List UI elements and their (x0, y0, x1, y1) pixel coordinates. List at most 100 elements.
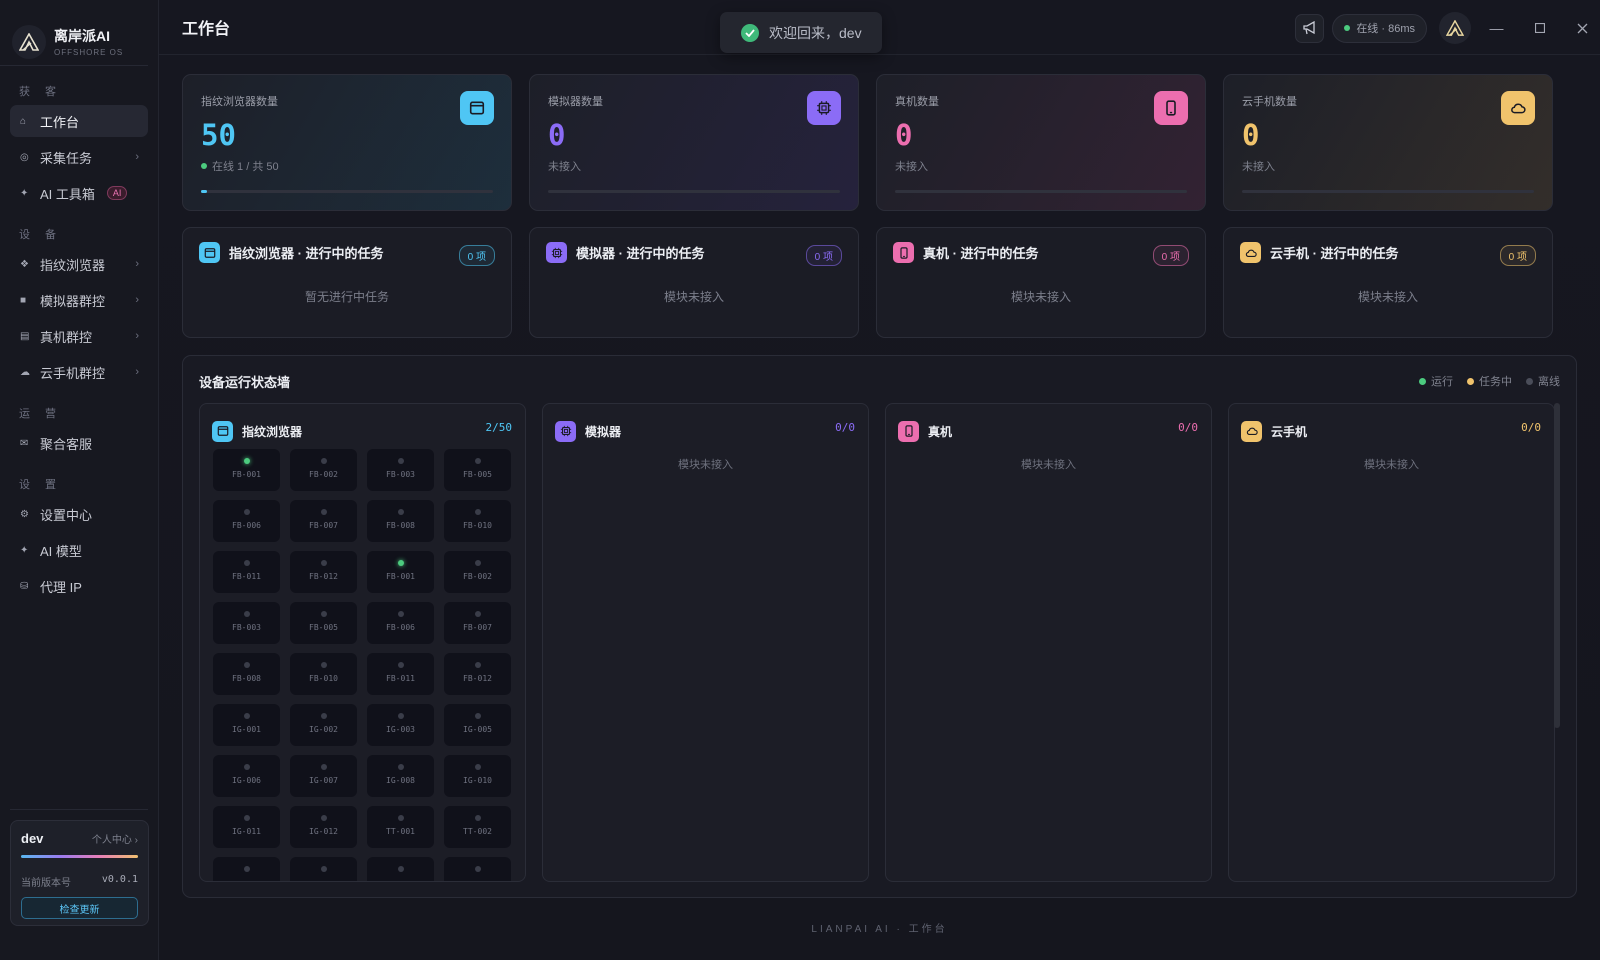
stat-sub-text: 未接入 (548, 161, 581, 173)
maximize-icon (1534, 23, 1545, 33)
wall-scrollbar[interactable] (1554, 403, 1560, 728)
device-status-dot-icon (474, 560, 481, 566)
device-tile[interactable]: FB-011 (213, 551, 280, 593)
profile-center-link[interactable]: 个人中心 › (92, 831, 138, 846)
sidebar-item-label: 云手机群控 (40, 365, 106, 381)
task-count-badge: 0 项 (1152, 245, 1189, 266)
device-tile[interactable]: FB-005 (444, 449, 511, 491)
sidebar-item-真机群控[interactable]: ▤ 真机群控 › (10, 320, 148, 352)
device-tile[interactable]: FB-005 (290, 602, 357, 644)
sidebar-item-模拟器群控[interactable]: ■ 模拟器群控 › (10, 284, 148, 316)
device-tile[interactable]: IG-008 (367, 755, 434, 797)
close-button[interactable] (1565, 14, 1600, 43)
browser-icon (199, 242, 220, 263)
device-tile[interactable] (213, 857, 280, 881)
device-tile[interactable]: IG-007 (290, 755, 357, 797)
device-status-dot-icon (320, 509, 327, 515)
device-status-dot-icon (243, 458, 250, 464)
device-tile[interactable] (290, 857, 357, 881)
sidebar-item-AI模型[interactable]: ✦ AI 模型 (10, 534, 148, 566)
device-tile[interactable]: IG-010 (444, 755, 511, 797)
legend-dot-icon (1419, 377, 1426, 385)
sidebar-item-工作台[interactable]: ⌂ 工作台 (10, 105, 148, 137)
wall-legend: 运行 任务中 离线 (1419, 373, 1560, 389)
device-tile[interactable]: IG-006 (213, 755, 280, 797)
device-tile[interactable]: TT-002 (444, 806, 511, 848)
stat-sub-text: 未接入 (1242, 161, 1275, 173)
sidebar-item-采集任务[interactable]: ◎ 采集任务 › (10, 141, 148, 173)
connection-status[interactable]: 在线 · 86ms (1332, 13, 1427, 43)
chevron-right-icon: › (135, 258, 139, 270)
stat-label: 真机数量 (895, 96, 939, 108)
device-id: IG-003 (386, 725, 415, 734)
sidebar-item-代理IP[interactable]: ⛁ 代理 IP (10, 570, 148, 602)
footer: LIANPAI AI · 工作台 (811, 924, 948, 935)
device-id: FB-001 (232, 470, 261, 479)
device-tile[interactable] (367, 857, 434, 881)
device-id: IG-010 (463, 776, 492, 785)
legend-label: 离线 (1538, 376, 1560, 388)
device-tile[interactable]: IG-011 (213, 806, 280, 848)
stat-card[interactable]: 指纹浏览器数量 50 在线 1 / 共 50 (182, 74, 512, 211)
device-tile[interactable]: FB-003 (367, 449, 434, 491)
device-id: FB-011 (386, 674, 415, 683)
check-update-button[interactable]: 检查更新 (21, 897, 138, 919)
sidebar-item-聚合客服[interactable]: ✉ 聚合客服 (10, 427, 148, 459)
device-column-count: 0/0 (835, 421, 855, 434)
device-status-dot-icon (320, 458, 327, 464)
device-tile[interactable]: IG-002 (290, 704, 357, 746)
device-tile[interactable]: FB-001 (367, 551, 434, 593)
device-tile[interactable]: IG-005 (444, 704, 511, 746)
device-tile[interactable]: FB-003 (213, 602, 280, 644)
device-status-dot-icon (243, 815, 250, 821)
device-grid: FB-001 FB-002 FB-003 FB-005 FB-006 FB-007 FB-0… (200, 446, 525, 881)
avatar[interactable] (1439, 12, 1471, 44)
device-id: FB-010 (463, 521, 492, 530)
minimize-button[interactable]: — (1479, 14, 1514, 43)
maximize-button[interactable] (1522, 14, 1557, 43)
stat-card[interactable]: 真机数量 0 未接入 (876, 74, 1206, 211)
device-tile[interactable]: IG-012 (290, 806, 357, 848)
stat-card[interactable]: 云手机数量 0 未接入 (1223, 74, 1553, 211)
device-tile[interactable]: TT-001 (367, 806, 434, 848)
device-tile[interactable]: FB-008 (213, 653, 280, 695)
device-id: IG-001 (232, 725, 261, 734)
announcement-button[interactable] (1295, 13, 1325, 43)
task-empty-text: 暂无进行中任务 (304, 290, 389, 304)
device-tile[interactable]: FB-007 (444, 602, 511, 644)
sidebar-item-AI工具箱[interactable]: ✦ AI 工具箱 AI (10, 177, 148, 209)
sidebar-item-指纹浏览器[interactable]: ❖ 指纹浏览器 › (10, 248, 148, 280)
cloud-icon (1241, 420, 1262, 442)
device-tile[interactable]: FB-011 (367, 653, 434, 695)
megaphone-icon (1303, 21, 1315, 35)
device-tile[interactable]: FB-002 (290, 449, 357, 491)
sidebar-item-设置中心[interactable]: ⚙ 设置中心 (10, 498, 148, 530)
device-tile[interactable]: FB-002 (444, 551, 511, 593)
stat-progress-track (1242, 190, 1534, 193)
device-tile[interactable]: FB-010 (444, 500, 511, 542)
device-tile[interactable]: FB-006 (213, 500, 280, 542)
brand[interactable]: 离岸派AI OFFSHORE OS (0, 0, 148, 66)
device-tile[interactable] (444, 857, 511, 881)
device-tile[interactable]: IG-003 (367, 704, 434, 746)
device-tile[interactable]: FB-012 (290, 551, 357, 593)
device-tile[interactable]: FB-001 (213, 449, 280, 491)
stat-card[interactable]: 模拟器数量 0 未接入 (529, 74, 859, 211)
device-tile[interactable]: FB-010 (290, 653, 357, 695)
mail-icon: ✉ (20, 437, 29, 449)
device-tile[interactable]: IG-001 (213, 704, 280, 746)
device-column-empty: 模块未接入 (1021, 459, 1076, 471)
device-tile[interactable]: FB-006 (367, 602, 434, 644)
device-column-empty: 模块未接入 (678, 459, 733, 471)
sparkle-icon: ✦ (20, 187, 29, 199)
sidebar-item-云手机群控[interactable]: ☁ 云手机群控 › (10, 356, 148, 388)
device-tile[interactable]: FB-012 (444, 653, 511, 695)
sidebar-section-title: 运 营 (19, 408, 63, 420)
stat-label: 模拟器数量 (548, 96, 603, 108)
brand-logo-icon (12, 24, 46, 59)
device-tile[interactable]: FB-008 (367, 500, 434, 542)
device-status-dot-icon (397, 866, 404, 872)
browser-icon (469, 100, 485, 116)
task-card: 指纹浏览器 · 进行中的任务 0 项 暂无进行中任务 (182, 227, 512, 338)
device-tile[interactable]: FB-007 (290, 500, 357, 542)
